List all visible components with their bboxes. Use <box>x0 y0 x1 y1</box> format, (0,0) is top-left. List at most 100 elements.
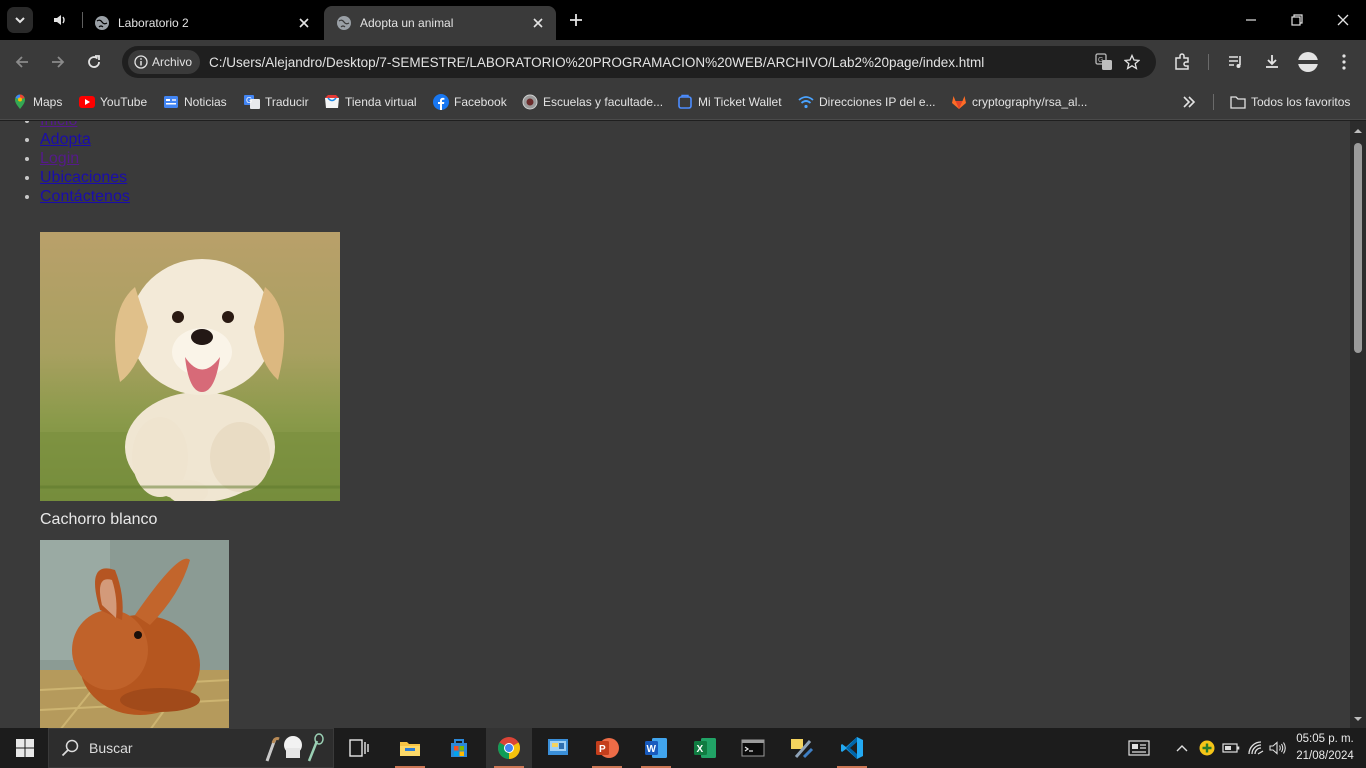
scroll-up-arrow-icon[interactable] <box>1354 127 1362 135</box>
search-icon <box>61 739 79 757</box>
vscode-button[interactable] <box>829 728 875 768</box>
translate-button[interactable]: G <box>1090 48 1118 76</box>
taskbar-clock[interactable]: 05:05 p. m. 21/08/2024 <box>1290 731 1360 765</box>
scroll-down-arrow-icon[interactable] <box>1354 715 1362 723</box>
tab-title: Adopta un animal <box>360 16 454 30</box>
word-icon: W <box>645 738 667 758</box>
bookmarks-separator <box>1213 94 1214 110</box>
profile-button[interactable] <box>1294 48 1322 76</box>
reload-button[interactable] <box>80 48 108 76</box>
bookmark-cryptography[interactable]: cryptography/rsa_al... <box>951 91 1087 113</box>
nav-link-login[interactable]: Login <box>40 150 79 167</box>
media-control-button[interactable] <box>1222 48 1250 76</box>
extensions-button[interactable] <box>1168 48 1196 76</box>
bookmark-maps[interactable]: Maps <box>12 91 62 113</box>
info-icon <box>134 55 148 69</box>
network-icon <box>1248 741 1264 755</box>
site-info-chip[interactable]: Archivo <box>128 50 201 74</box>
url-text[interactable]: C:/Users/Alejandro/Desktop/7-SEMESTRE/LA… <box>209 55 1090 70</box>
svg-text:G: G <box>1098 57 1103 64</box>
all-bookmarks-button[interactable]: Todos los favoritos <box>1230 91 1350 113</box>
task-view-button[interactable] <box>336 728 382 768</box>
microsoft-store-button[interactable] <box>436 728 482 768</box>
tools-icon <box>791 739 814 759</box>
chrome-button[interactable] <box>486 728 532 768</box>
volume-button[interactable] <box>1268 728 1288 768</box>
bookmark-escuelas[interactable]: Escuelas y facultade... <box>522 91 663 113</box>
toolbar-separator <box>1208 54 1209 70</box>
menu-button[interactable] <box>1330 48 1358 76</box>
plus-icon <box>570 14 582 26</box>
arrow-right-icon <box>52 56 65 68</box>
close-icon[interactable] <box>294 13 314 33</box>
plus-badge-icon <box>1199 740 1215 756</box>
clock-time: 05:05 p. m. <box>1296 733 1354 745</box>
back-button[interactable] <box>8 48 36 76</box>
bookmark-direcciones-ip[interactable]: Direcciones IP del e... <box>798 91 936 113</box>
globe-icon <box>337 16 351 30</box>
site-nav: Inicio Adopta Login Ubicaciones Contácte… <box>40 121 130 206</box>
bookmark-noticias[interactable]: Noticias <box>163 91 227 113</box>
tools-app-button[interactable] <box>779 728 825 768</box>
close-window-button[interactable] <box>1320 0 1366 40</box>
tab-strip: Laboratorio 2 Adopta un animal <box>0 0 1366 40</box>
svg-text:P: P <box>599 744 606 755</box>
battery-button[interactable] <box>1221 728 1241 768</box>
new-tab-button[interactable] <box>564 8 588 32</box>
bookmark-tienda-virtual[interactable]: Tienda virtual <box>324 91 417 113</box>
close-icon[interactable] <box>528 13 548 33</box>
bookmark-facebook[interactable]: Facebook <box>433 91 507 113</box>
bookmark-label: cryptography/rsa_al... <box>972 95 1088 109</box>
nav-link-contactenos[interactable]: Contáctenos <box>40 188 130 205</box>
bookmark-label: Direcciones IP del e... <box>819 95 936 109</box>
bookmark-label: Noticias <box>184 95 227 109</box>
store-icon <box>451 739 467 757</box>
word-button[interactable]: W <box>633 728 679 768</box>
animal-card <box>39 540 230 728</box>
restore-button[interactable] <box>1274 0 1320 40</box>
bookmark-youtube[interactable]: YouTube <box>79 91 147 113</box>
excel-button[interactable]: X <box>682 728 728 768</box>
file-explorer-button[interactable] <box>387 728 433 768</box>
powerpoint-button[interactable]: P <box>584 728 630 768</box>
tab-laboratorio[interactable]: Laboratorio 2 <box>82 6 322 40</box>
powerpoint-icon: P <box>596 738 619 758</box>
page-scrollbar[interactable] <box>1350 121 1366 728</box>
site-chip-label: Archivo <box>152 55 193 69</box>
bookmark-label: Maps <box>33 95 63 109</box>
tray-app-button[interactable] <box>1197 728 1217 768</box>
news-widget-button[interactable] <box>1124 728 1154 768</box>
tab-search-button[interactable] <box>7 7 33 33</box>
start-button[interactable] <box>2 728 48 768</box>
minimize-button[interactable] <box>1228 0 1274 40</box>
excel-icon: X <box>694 738 716 758</box>
taskbar-search-box[interactable]: Buscar <box>48 728 334 768</box>
nav-link-adopta[interactable]: Adopta <box>40 131 91 148</box>
chevron-up-icon <box>1176 745 1188 752</box>
nav-item-login: Login <box>40 149 130 168</box>
control-panel-button[interactable] <box>535 728 581 768</box>
forward-button[interactable] <box>44 48 72 76</box>
task-view-icon <box>349 739 369 757</box>
nav-link-ubicaciones[interactable]: Ubicaciones <box>40 169 127 186</box>
terminal-button[interactable] <box>730 728 776 768</box>
nav-item-ubicaciones: Ubicaciones <box>40 168 130 187</box>
news-widget-icon <box>1128 740 1150 756</box>
more-bookmarks-button[interactable] <box>1182 91 1196 113</box>
downloads-button[interactable] <box>1258 48 1286 76</box>
nav-link-inicio[interactable]: Inicio <box>40 121 77 129</box>
tab-adopta[interactable]: Adopta un animal <box>324 6 556 40</box>
bookmark-label: Tienda virtual <box>345 95 417 109</box>
svg-text:W: W <box>647 744 657 755</box>
bookmark-star-button[interactable] <box>1118 48 1146 76</box>
show-hidden-icons-button[interactable] <box>1172 728 1192 768</box>
scrollbar-thumb[interactable] <box>1354 143 1362 353</box>
news-icon <box>163 94 179 110</box>
bookmark-mi-ticket-wallet[interactable]: Mi Ticket Wallet <box>677 91 782 113</box>
windows-taskbar: Buscar P W X 05:05 p. m. 21/08/2024 <box>0 728 1366 768</box>
tab-audio-button[interactable] <box>48 10 72 30</box>
address-bar[interactable]: Archivo C:/Users/Alejandro/Desktop/7-SEM… <box>122 46 1156 78</box>
gitlab-icon <box>951 94 967 110</box>
bookmark-traducir[interactable]: G Traducir <box>244 91 309 113</box>
network-button[interactable] <box>1246 728 1266 768</box>
